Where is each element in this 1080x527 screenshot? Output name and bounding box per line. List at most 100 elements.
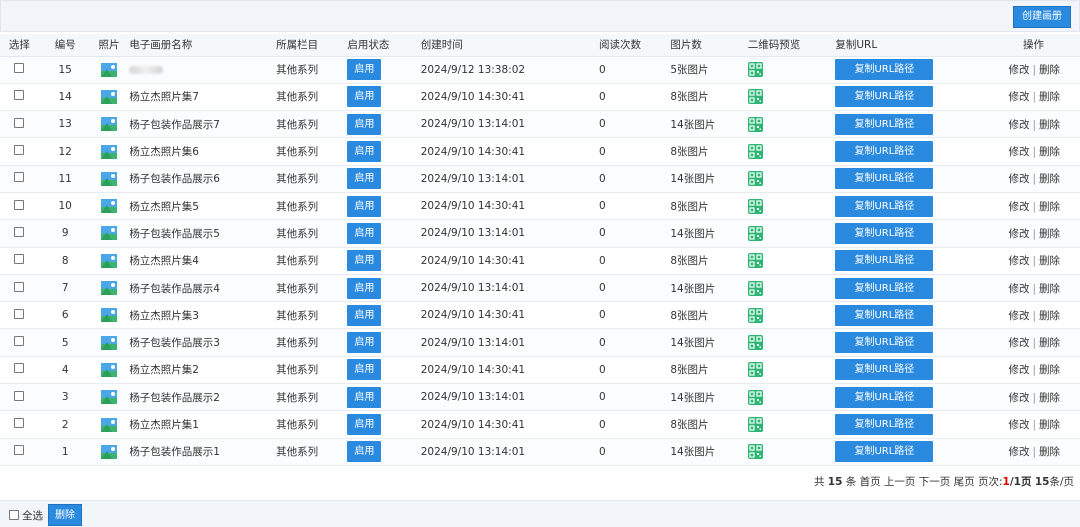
row-checkbox[interactable] bbox=[14, 254, 25, 265]
image-icon[interactable] bbox=[100, 390, 117, 405]
status-enable-button[interactable]: 启用 bbox=[347, 277, 382, 299]
image-icon[interactable] bbox=[100, 226, 117, 241]
delete-link[interactable]: 删除 bbox=[1039, 337, 1060, 349]
edit-link[interactable]: 修改 bbox=[1008, 119, 1029, 131]
delete-link[interactable]: 删除 bbox=[1039, 446, 1060, 458]
status-enable-button[interactable]: 启用 bbox=[347, 141, 382, 163]
status-enable-button[interactable]: 启用 bbox=[347, 222, 382, 244]
qr-code-icon[interactable] bbox=[747, 144, 763, 160]
qr-code-icon[interactable] bbox=[747, 444, 763, 460]
pager-last-link[interactable]: 尾页 bbox=[954, 476, 975, 488]
qr-code-icon[interactable] bbox=[747, 62, 763, 78]
copy-url-button[interactable]: 复制URL路径 bbox=[835, 304, 934, 326]
image-icon[interactable] bbox=[100, 171, 117, 186]
copy-url-button[interactable]: 复制URL路径 bbox=[835, 359, 934, 381]
edit-link[interactable]: 修改 bbox=[1008, 201, 1029, 213]
edit-link[interactable]: 修改 bbox=[1008, 392, 1029, 404]
delete-link[interactable]: 删除 bbox=[1039, 310, 1060, 322]
edit-link[interactable]: 修改 bbox=[1008, 146, 1029, 158]
edit-link[interactable]: 修改 bbox=[1008, 310, 1029, 322]
delete-link[interactable]: 删除 bbox=[1039, 392, 1060, 404]
qr-code-icon[interactable] bbox=[747, 362, 763, 378]
status-enable-button[interactable]: 启用 bbox=[347, 250, 382, 272]
image-icon[interactable] bbox=[100, 362, 117, 377]
edit-link[interactable]: 修改 bbox=[1008, 64, 1029, 76]
row-checkbox[interactable] bbox=[14, 418, 25, 428]
edit-link[interactable]: 修改 bbox=[1008, 446, 1029, 458]
pager-prev-link[interactable]: 上一页 bbox=[884, 476, 916, 488]
qr-code-icon[interactable] bbox=[747, 116, 763, 132]
delete-link[interactable]: 删除 bbox=[1039, 228, 1060, 240]
copy-url-button[interactable]: 复制URL路径 bbox=[835, 277, 934, 299]
delete-link[interactable]: 删除 bbox=[1039, 146, 1060, 158]
copy-url-button[interactable]: 复制URL路径 bbox=[835, 113, 934, 135]
row-checkbox[interactable] bbox=[14, 145, 25, 156]
row-checkbox[interactable] bbox=[14, 390, 25, 401]
qr-code-icon[interactable] bbox=[747, 280, 763, 296]
delete-link[interactable]: 删除 bbox=[1039, 283, 1060, 295]
image-icon[interactable] bbox=[100, 417, 117, 432]
edit-link[interactable]: 修改 bbox=[1008, 337, 1029, 349]
qr-code-icon[interactable] bbox=[747, 89, 763, 105]
copy-url-button[interactable]: 复制URL路径 bbox=[835, 250, 934, 272]
edit-link[interactable]: 修改 bbox=[1008, 283, 1029, 295]
status-enable-button[interactable]: 启用 bbox=[347, 332, 382, 354]
edit-link[interactable]: 修改 bbox=[1008, 228, 1029, 240]
copy-url-button[interactable]: 复制URL路径 bbox=[835, 195, 934, 217]
image-icon[interactable] bbox=[100, 335, 117, 350]
copy-url-button[interactable]: 复制URL路径 bbox=[835, 222, 934, 244]
delete-link[interactable]: 删除 bbox=[1039, 119, 1060, 131]
row-checkbox[interactable] bbox=[14, 308, 25, 319]
qr-code-icon[interactable] bbox=[747, 389, 763, 405]
image-icon[interactable] bbox=[100, 62, 117, 77]
status-enable-button[interactable]: 启用 bbox=[347, 441, 382, 463]
copy-url-button[interactable]: 复制URL路径 bbox=[835, 141, 934, 163]
edit-link[interactable]: 修改 bbox=[1008, 419, 1029, 431]
row-checkbox[interactable] bbox=[14, 336, 25, 347]
edit-link[interactable]: 修改 bbox=[1008, 173, 1029, 185]
copy-url-button[interactable]: 复制URL路径 bbox=[835, 441, 934, 463]
status-enable-button[interactable]: 启用 bbox=[347, 414, 382, 435]
image-icon[interactable] bbox=[100, 308, 117, 323]
copy-url-button[interactable]: 复制URL路径 bbox=[835, 332, 934, 354]
image-icon[interactable] bbox=[100, 281, 117, 296]
row-checkbox[interactable] bbox=[14, 199, 25, 210]
copy-url-button[interactable]: 复制URL路径 bbox=[835, 59, 934, 81]
copy-url-button[interactable]: 复制URL路径 bbox=[835, 386, 934, 408]
status-enable-button[interactable]: 启用 bbox=[347, 304, 382, 326]
qr-code-icon[interactable] bbox=[747, 253, 763, 269]
status-enable-button[interactable]: 启用 bbox=[347, 59, 382, 81]
pager-first-link[interactable]: 首页 bbox=[860, 476, 881, 488]
delete-link[interactable]: 删除 bbox=[1039, 419, 1060, 431]
status-enable-button[interactable]: 启用 bbox=[347, 86, 382, 108]
copy-url-button[interactable]: 复制URL路径 bbox=[835, 414, 934, 435]
qr-code-icon[interactable] bbox=[747, 171, 763, 187]
status-enable-button[interactable]: 启用 bbox=[347, 195, 382, 217]
bulk-delete-button[interactable]: 删除 bbox=[48, 504, 82, 526]
status-enable-button[interactable]: 启用 bbox=[347, 168, 382, 190]
image-icon[interactable] bbox=[100, 444, 117, 459]
edit-link[interactable]: 修改 bbox=[1008, 255, 1029, 267]
qr-code-icon[interactable] bbox=[747, 417, 763, 432]
row-checkbox[interactable] bbox=[14, 117, 25, 128]
delete-link[interactable]: 删除 bbox=[1039, 91, 1060, 103]
row-checkbox[interactable] bbox=[14, 363, 25, 374]
row-checkbox[interactable] bbox=[14, 63, 25, 74]
edit-link[interactable]: 修改 bbox=[1008, 91, 1029, 103]
row-checkbox[interactable] bbox=[14, 226, 25, 237]
delete-link[interactable]: 删除 bbox=[1039, 201, 1060, 213]
row-checkbox[interactable] bbox=[14, 90, 25, 101]
copy-url-button[interactable]: 复制URL路径 bbox=[835, 168, 934, 190]
delete-link[interactable]: 删除 bbox=[1039, 255, 1060, 267]
delete-link[interactable]: 删除 bbox=[1039, 173, 1060, 185]
delete-link[interactable]: 删除 bbox=[1039, 64, 1060, 76]
row-checkbox[interactable] bbox=[14, 281, 25, 292]
image-icon[interactable] bbox=[100, 144, 117, 159]
pager-next-link[interactable]: 下一页 bbox=[919, 476, 951, 488]
status-enable-button[interactable]: 启用 bbox=[347, 359, 382, 381]
image-icon[interactable] bbox=[100, 253, 117, 268]
qr-code-icon[interactable] bbox=[747, 307, 763, 323]
image-icon[interactable] bbox=[100, 89, 117, 104]
image-icon[interactable] bbox=[100, 117, 117, 132]
qr-code-icon[interactable] bbox=[747, 335, 763, 351]
